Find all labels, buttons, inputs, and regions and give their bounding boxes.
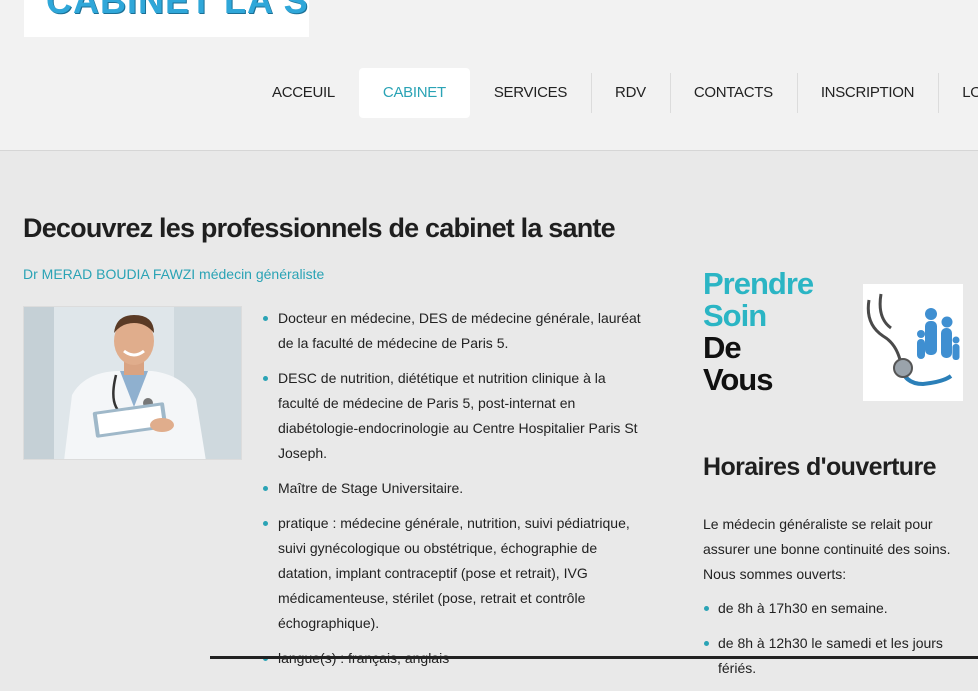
site-header: CABINET LA SANTE ACCEUIL CABINET SERVICE… xyxy=(0,0,978,151)
soin-line-2: Soin xyxy=(703,298,767,333)
hours-heading: Horaires d'ouverture xyxy=(703,453,937,481)
nav-item-login[interactable]: LOGIN xyxy=(938,68,978,118)
doctor-photo xyxy=(23,306,242,460)
bio-item: Docteur en médecine, DES de médecine gén… xyxy=(262,306,647,356)
doctor-subtitle: Dr MERAD BOUDIA FAWZI médecin généralist… xyxy=(23,266,325,282)
nav-item-services[interactable]: SERVICES xyxy=(470,68,591,118)
stethoscope-family-image xyxy=(863,284,963,401)
prendre-soin-heading: Prendre Soin De Vous xyxy=(703,266,814,397)
site-logo[interactable]: CABINET LA SANTE xyxy=(24,0,309,37)
hours-intro: Le médecin généraliste se relait pour as… xyxy=(703,516,951,582)
soin-line-3: De xyxy=(703,330,742,365)
logo-text: CABINET LA SANTE xyxy=(46,0,309,21)
hours-list: de 8h à 17h30 en semaine. de 8h à 12h30 … xyxy=(703,596,968,691)
nav-item-acceuil[interactable]: ACCEUIL xyxy=(248,68,359,118)
nav-item-cabinet[interactable]: CABINET xyxy=(358,68,470,118)
hours-item: de 8h à 17h30 en semaine. xyxy=(703,596,968,621)
nav-item-inscription[interactable]: INSCRIPTION xyxy=(796,68,938,118)
nav-item-contacts[interactable]: CONTACTS xyxy=(669,68,797,118)
main-nav: ACCEUIL CABINET SERVICES RDV CONTACTS IN… xyxy=(248,68,978,118)
bio-item: DESC de nutrition, diététique et nutriti… xyxy=(262,366,647,466)
doctor-illustration xyxy=(24,307,241,459)
bio-list: Docteur en médecine, DES de médecine gén… xyxy=(262,306,647,681)
soin-line-1: Prendre xyxy=(703,266,814,301)
stethoscope-icon xyxy=(863,284,963,401)
page-title: Decouvrez les professionnels de cabinet … xyxy=(23,213,616,243)
bio-item: Maître de Stage Universitaire. xyxy=(262,476,647,501)
bio-item: pratique : médecine générale, nutrition,… xyxy=(262,511,647,636)
soin-line-4: Vous xyxy=(703,362,774,397)
nav-item-rdv[interactable]: RDV xyxy=(591,68,670,118)
